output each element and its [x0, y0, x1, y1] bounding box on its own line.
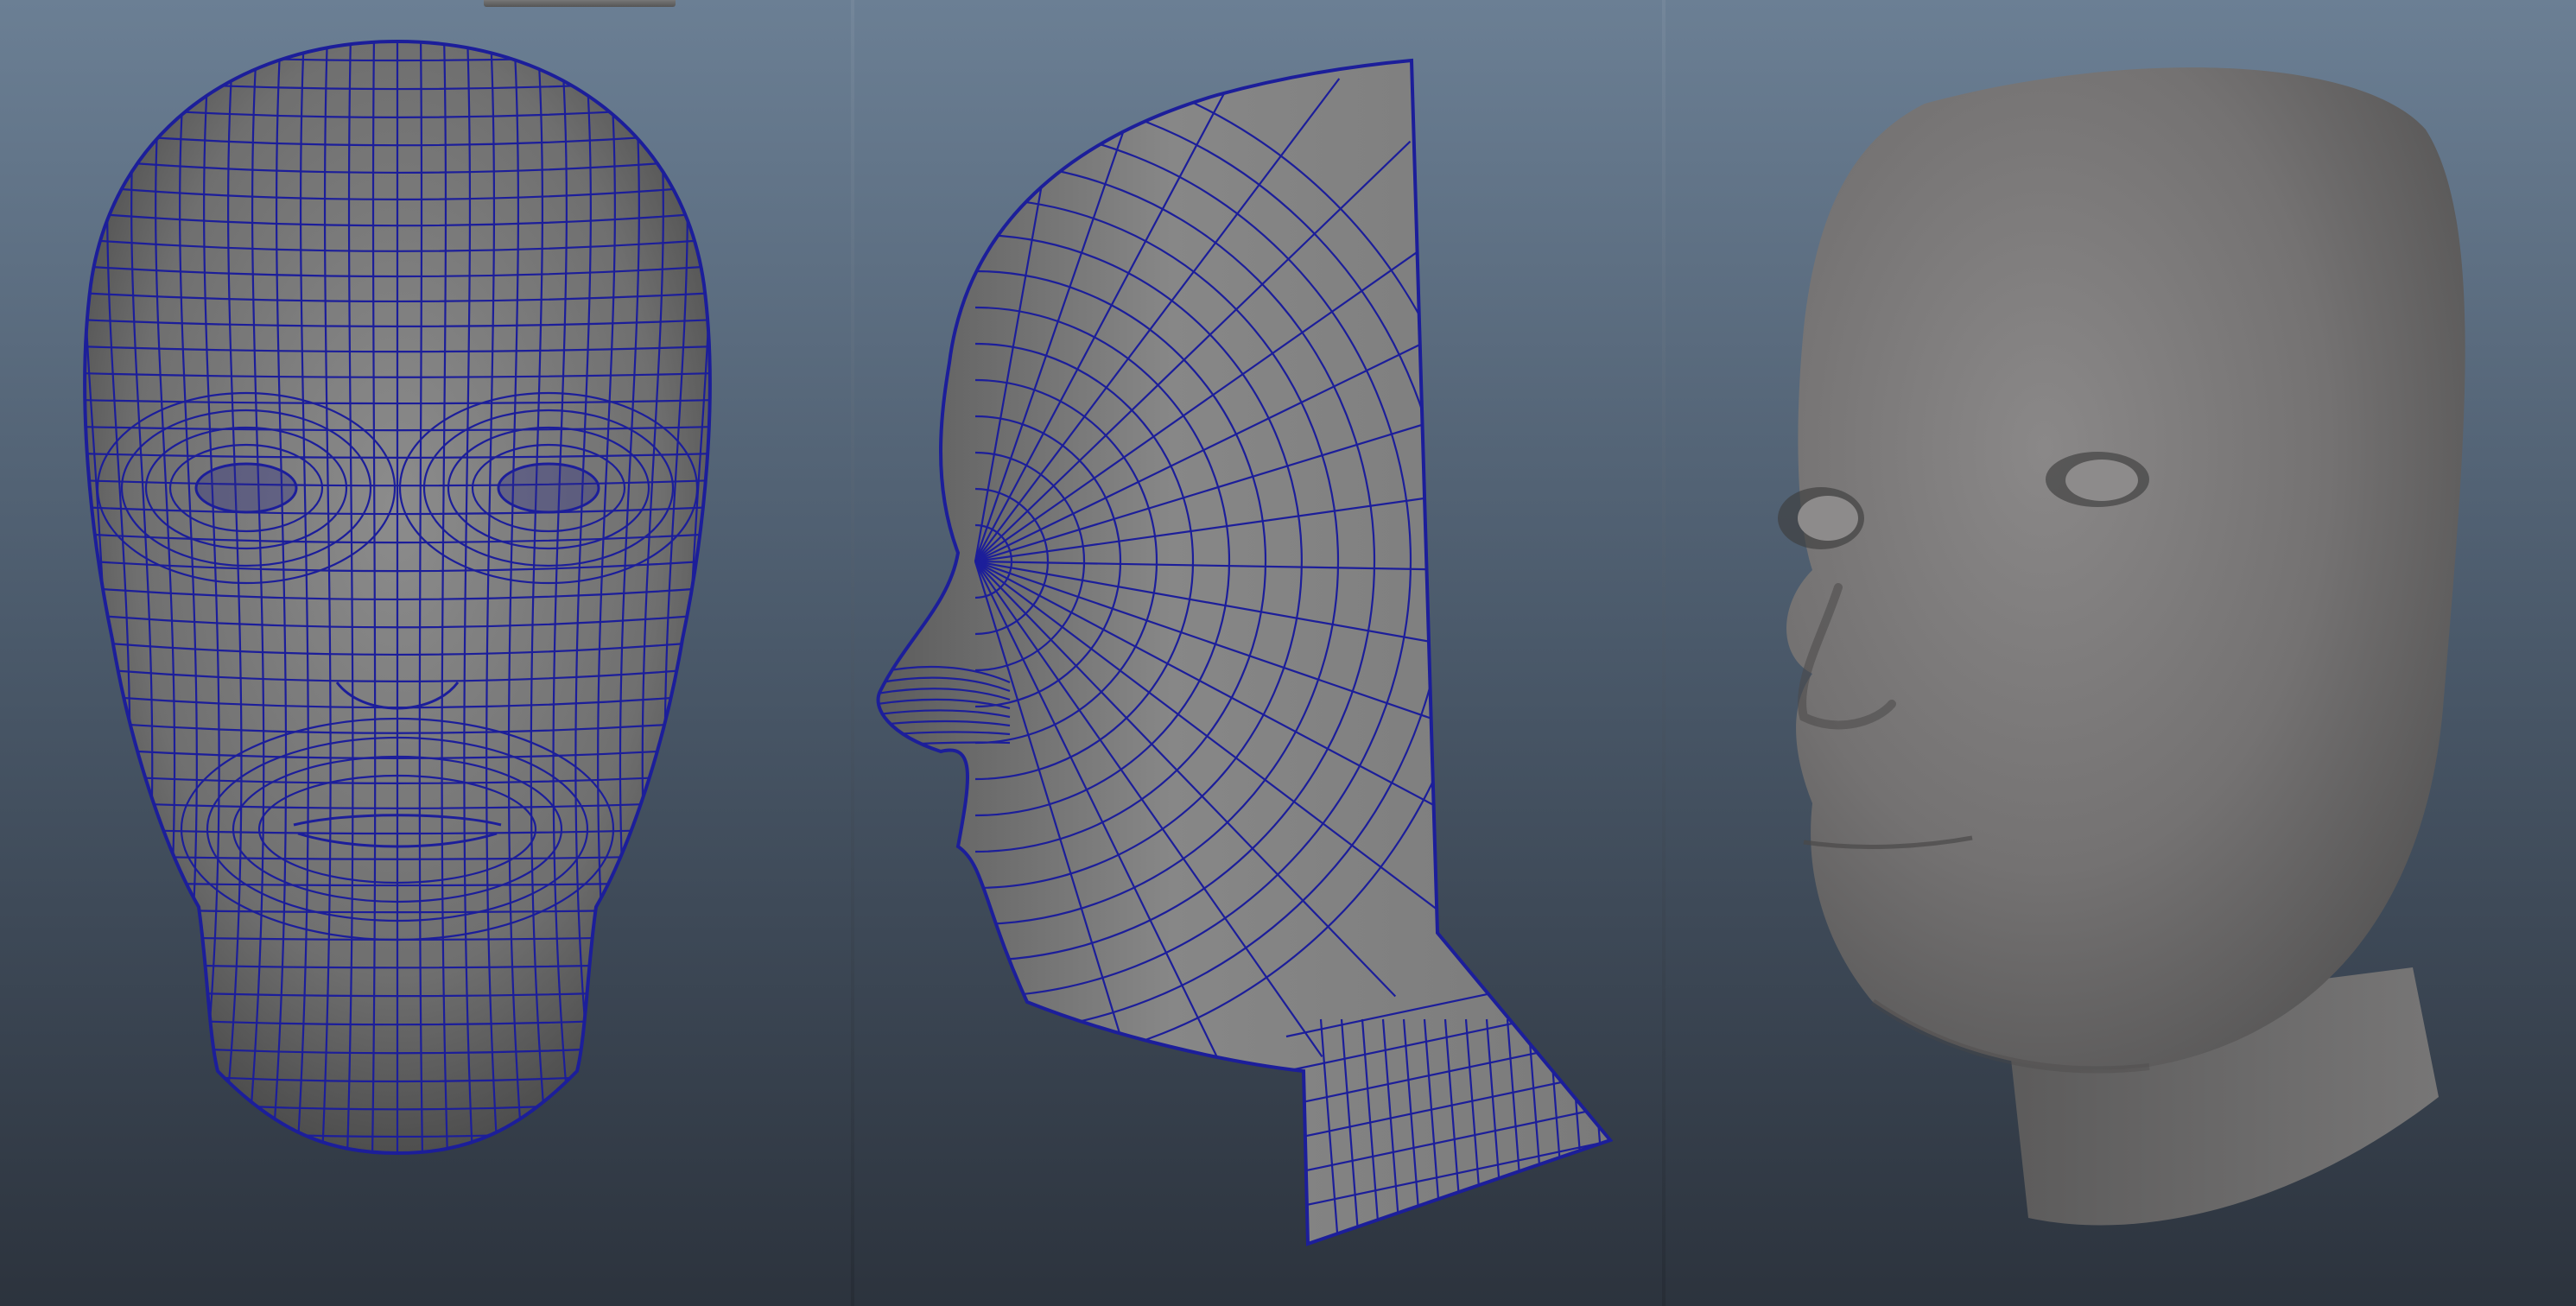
side-viewport[interactable] — [854, 0, 1662, 1306]
wire-edge — [85, 41, 86, 1153]
perspective-viewport[interactable] — [1666, 0, 2576, 1306]
wire-edge — [708, 41, 710, 1153]
front-head-mesh-icon — [83, 40, 712, 1155]
side-head-mesh-icon — [876, 59, 1612, 1246]
viewport-canvas[interactable] — [0, 0, 2576, 1306]
shaded-head-icon — [1778, 67, 2465, 1226]
front-viewport[interactable] — [0, 0, 851, 1306]
